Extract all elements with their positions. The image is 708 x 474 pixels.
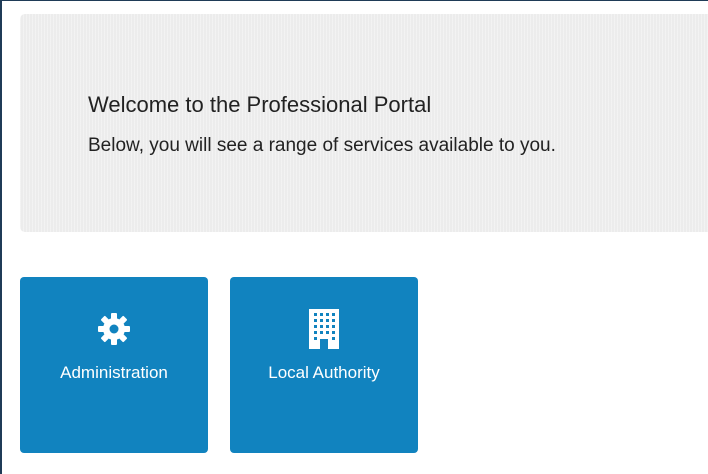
- gear-icon: [20, 309, 208, 349]
- welcome-banner: Welcome to the Professional Portal Below…: [20, 14, 708, 232]
- administration-tile[interactable]: Administration: [20, 277, 208, 453]
- local-authority-label: Local Authority: [268, 363, 380, 382]
- welcome-subtitle: Below, you will see a range of services …: [88, 135, 556, 156]
- administration-label: Administration: [60, 363, 168, 382]
- building-icon: [230, 309, 418, 349]
- portal-page: Welcome to the Professional Portal Below…: [0, 0, 708, 474]
- local-authority-tile[interactable]: Local Authority: [230, 277, 418, 453]
- welcome-title: Welcome to the Professional Portal: [88, 92, 432, 117]
